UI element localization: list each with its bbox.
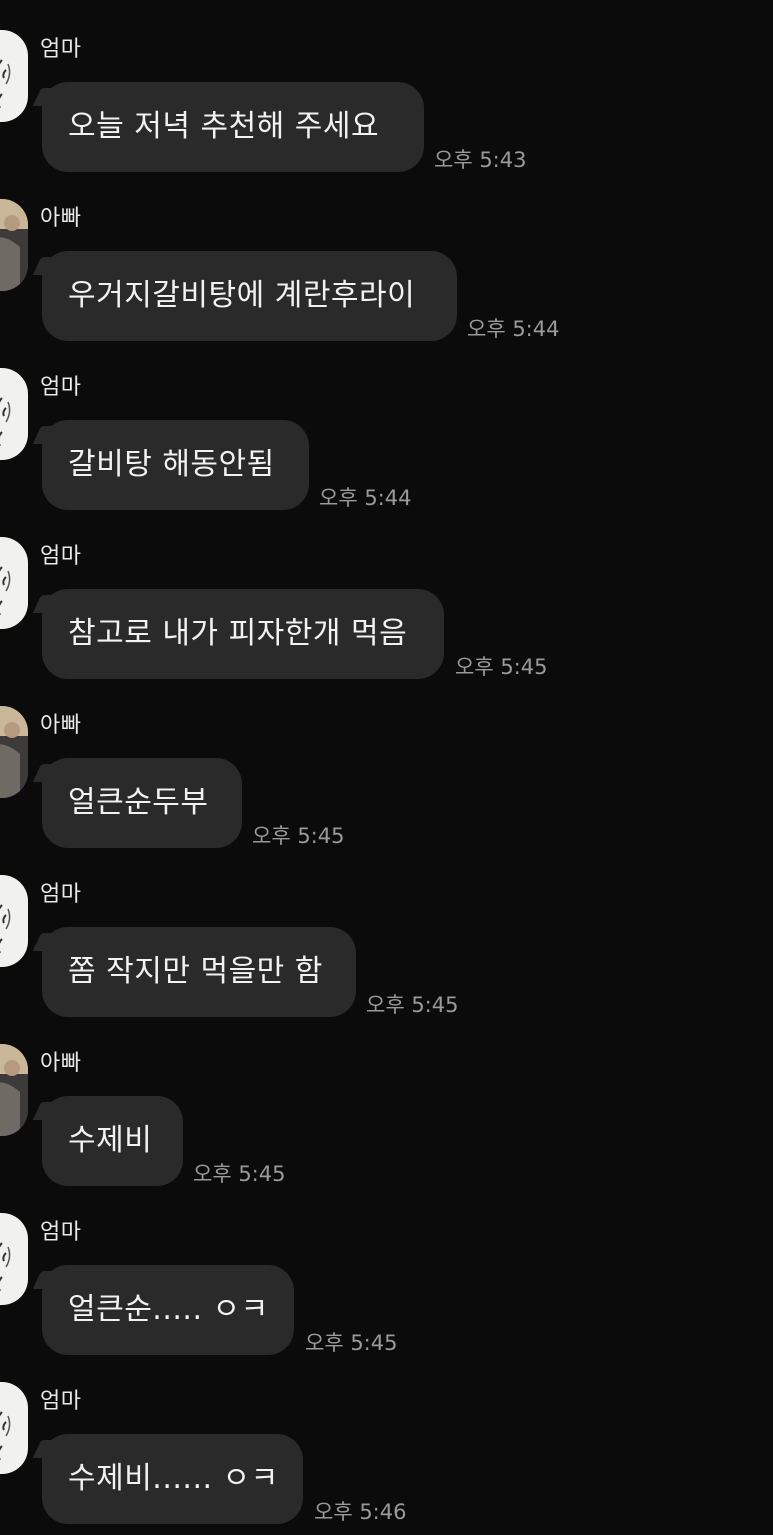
sender-name: 아빠 [40, 1051, 82, 1076]
sender-name: 엄마 [40, 544, 82, 569]
chat-thread[interactable]: 엄마 오늘 저녁 추천해 주세요 오후 5:43 아빠 우거지갈비탕에 계란후라… [0, 0, 773, 1535]
sender-name: 엄마 [40, 1220, 82, 1245]
message-row: 엄마 수제비...... ㅇㅋ 오후 5:46 [0, 1352, 773, 1524]
message-row: 엄마 갈비탕 해동안됨 오후 5:44 [0, 338, 773, 510]
message-row: 엄마 오늘 저녁 추천해 주세요 오후 5:43 [0, 0, 773, 172]
message-row: 아빠 얼큰순두부 오후 5:45 [0, 676, 773, 848]
sketch-portrait-icon [0, 566, 11, 615]
message-row: 아빠 우거지갈비탕에 계란후라이 오후 5:44 [0, 169, 773, 341]
message-row: 엄마 쫌 작지만 먹을만 함 오후 5:45 [0, 845, 773, 1017]
message-bubble[interactable]: 얼큰순두부 [42, 758, 242, 848]
sketch-portrait-icon [0, 59, 11, 108]
message-bubble[interactable]: 얼큰순..... ㅇㅋ [42, 1265, 294, 1355]
message-row: 엄마 얼큰순..... ㅇㅋ 오후 5:45 [0, 1183, 773, 1355]
mom-avatar[interactable] [0, 368, 28, 460]
mom-avatar[interactable] [0, 1382, 28, 1474]
mom-avatar[interactable] [0, 875, 28, 967]
sender-name: 아빠 [40, 713, 82, 738]
sender-name: 엄마 [40, 375, 82, 400]
message-bubble[interactable]: 오늘 저녁 추천해 주세요 [42, 82, 424, 172]
sender-name: 엄마 [40, 882, 82, 907]
message-bubble[interactable]: 수제비...... ㅇㅋ [42, 1434, 303, 1524]
message-bubble[interactable]: 참고로 내가 피자한개 먹음 [42, 589, 444, 679]
sender-name: 아빠 [40, 206, 82, 231]
mom-avatar[interactable] [0, 537, 28, 629]
mom-avatar[interactable] [0, 1213, 28, 1305]
sketch-portrait-icon [0, 397, 11, 446]
message-row: 아빠 수제비 오후 5:45 [0, 1014, 773, 1186]
message-bubble[interactable]: 갈비탕 해동안됨 [42, 420, 309, 510]
sketch-portrait-icon [0, 1242, 11, 1291]
message-bubble[interactable]: 수제비 [42, 1096, 183, 1186]
photo-portrait-icon [0, 199, 28, 291]
message-bubble[interactable]: 쫌 작지만 먹을만 함 [42, 927, 356, 1017]
message-timestamp: 오후 5:46 [314, 1500, 407, 1524]
sketch-portrait-icon [0, 1411, 11, 1460]
dad-avatar[interactable] [0, 1044, 28, 1136]
photo-portrait-icon [0, 1044, 28, 1136]
mom-avatar[interactable] [0, 30, 28, 122]
sketch-portrait-icon [0, 904, 11, 953]
sender-name: 엄마 [40, 37, 82, 62]
sender-name: 엄마 [40, 1389, 82, 1414]
message-bubble[interactable]: 우거지갈비탕에 계란후라이 [42, 251, 457, 341]
photo-portrait-icon [0, 706, 28, 798]
dad-avatar[interactable] [0, 199, 28, 291]
message-row: 엄마 참고로 내가 피자한개 먹음 오후 5:45 [0, 507, 773, 679]
dad-avatar[interactable] [0, 706, 28, 798]
